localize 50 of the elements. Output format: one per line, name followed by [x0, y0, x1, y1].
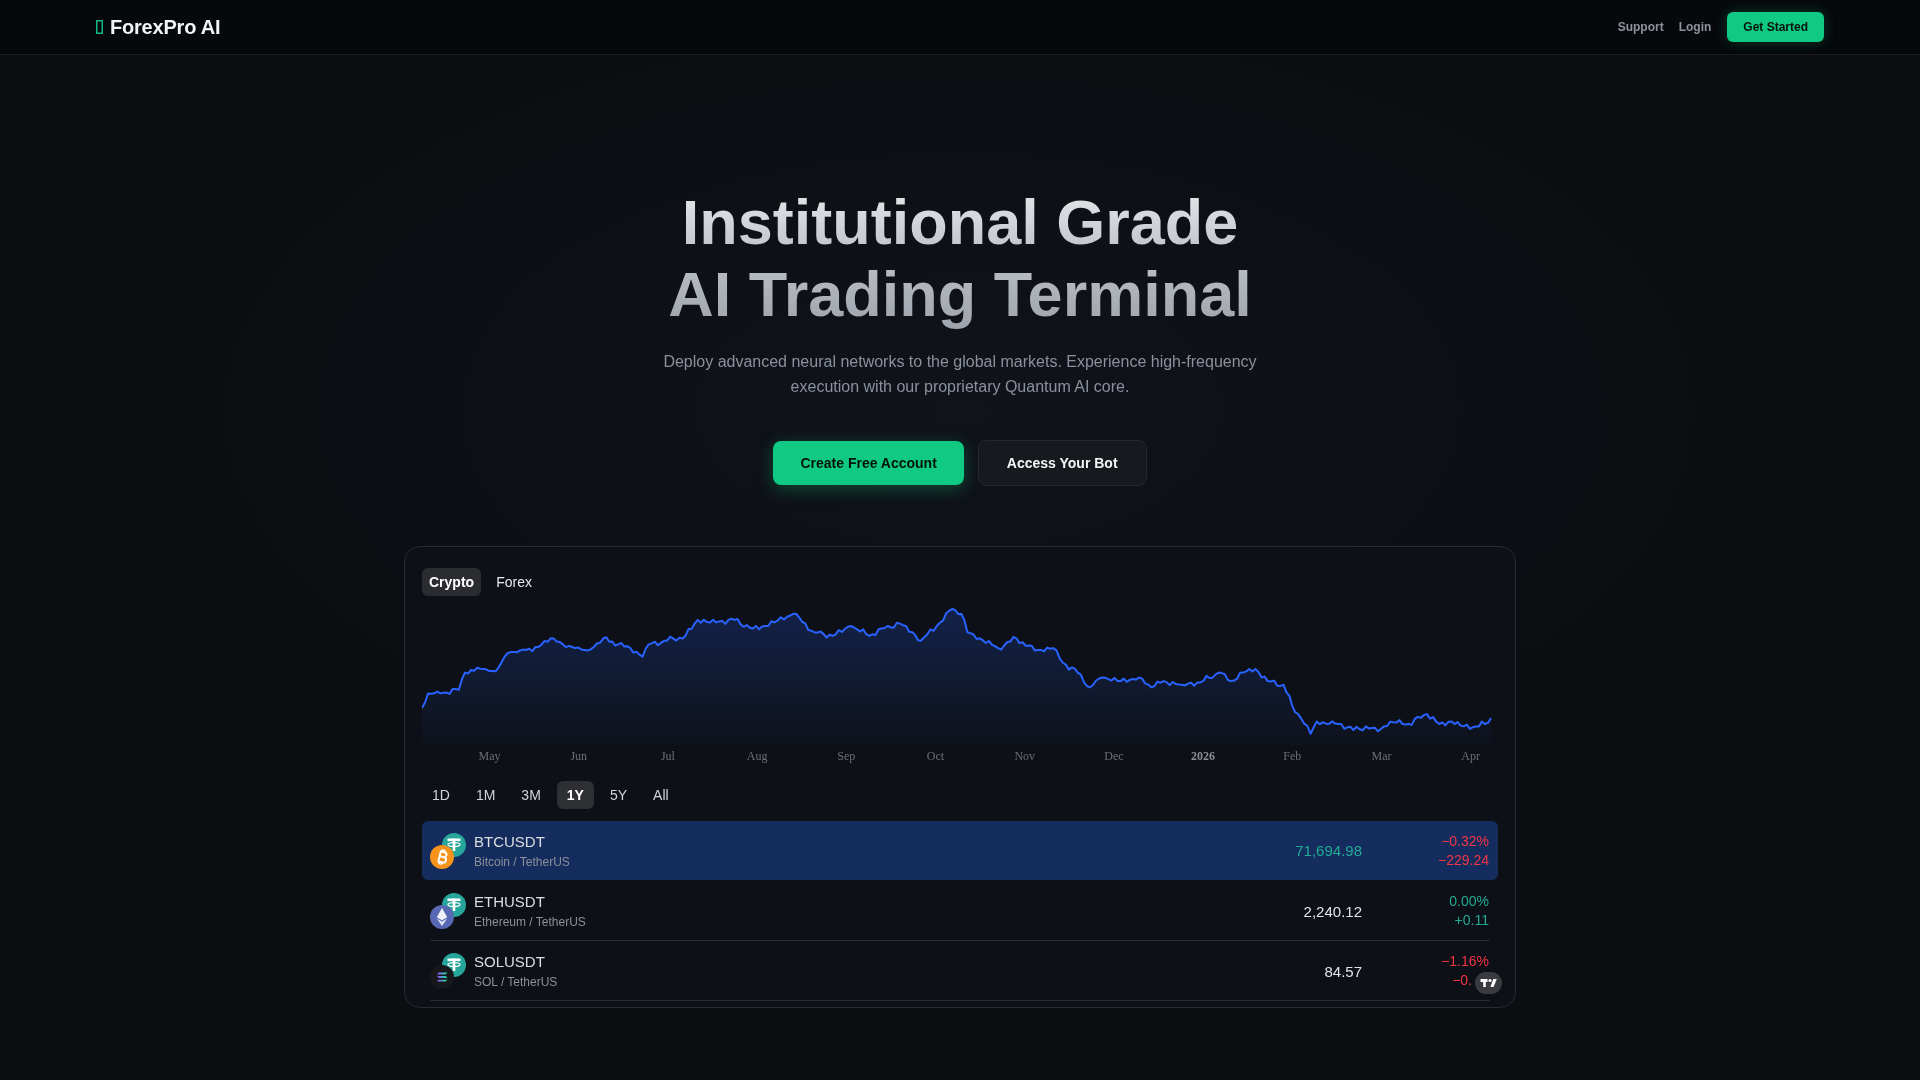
axis-label: Sep	[837, 748, 856, 764]
market-tab[interactable]: Forex	[489, 568, 539, 596]
get-started-button[interactable]: Get Started	[1727, 12, 1824, 42]
axis-label: Jun	[570, 748, 588, 764]
market-tab[interactable]: Crypto	[422, 568, 482, 596]
axis-label: Nov	[1014, 748, 1036, 764]
axis-label: Jul	[660, 748, 675, 764]
ticker-symbol: BTCUSDT	[474, 831, 545, 852]
ticker-price: 2,240.12	[1303, 902, 1362, 920]
range-button[interactable]: 5Y	[599, 781, 638, 809]
range-button[interactable]: 1Y	[556, 781, 594, 809]
axis-label: Mar	[1371, 748, 1392, 764]
change-value: +0.11	[1454, 911, 1489, 930]
coin-pair-icon	[430, 832, 466, 869]
axis-label: Oct	[926, 748, 945, 764]
range-button[interactable]: 1M	[465, 781, 506, 809]
primary-button[interactable]: Create Free Account	[773, 441, 964, 485]
change-value: −0.	[1452, 971, 1472, 990]
range-button[interactable]: 1D	[422, 781, 460, 809]
change-percent: −0.32%	[1441, 831, 1489, 851]
change-percent: 0.00%	[1449, 892, 1489, 911]
ticker-row[interactable]: BTCUSDT Bitcoin / TetherUS 71,694.98 −0.32% −229.24	[422, 821, 1498, 880]
nav-link[interactable]: Login	[1678, 20, 1712, 34]
nav-link[interactable]: Support	[1617, 20, 1664, 34]
range-button[interactable]: 3M	[511, 781, 551, 809]
rectangle-outline-icon	[96, 20, 103, 34]
pair-name: Bitcoin / TetherUS	[474, 853, 570, 870]
axis-label: Aug	[746, 748, 768, 764]
change-percent: −1.16%	[1441, 952, 1489, 971]
coin-pair-icon	[430, 953, 466, 989]
axis-label: 2026	[1191, 748, 1216, 764]
axis-label: Dec	[1104, 748, 1124, 764]
change-value: −229.24	[1438, 850, 1489, 870]
pair-name: SOL / TetherUS	[474, 974, 558, 990]
brand-logo[interactable]: ForexPro AI	[110, 15, 221, 39]
pair-name: Ethereum / TetherUS	[474, 914, 586, 930]
ticker-symbol: SOLUSDT	[474, 952, 545, 972]
secondary-button[interactable]: Access Your Bot	[977, 440, 1147, 486]
axis-label: Apr	[1461, 748, 1480, 764]
range-button[interactable]: All	[643, 781, 679, 809]
axis-label: May	[478, 748, 501, 764]
ticker-symbol: ETHUSDT	[474, 892, 545, 912]
ticker-price: 84.57	[1324, 962, 1362, 980]
axis-label: Feb	[1283, 748, 1302, 764]
ticker-row[interactable]: SOLUSDT SOL / TetherUS 84.57 −1.16% −0.	[422, 941, 1498, 1001]
coin-pair-icon	[430, 893, 466, 929]
ticker-price: 71,694.98	[1295, 842, 1362, 859]
ticker-row[interactable]: ETHUSDT Ethereum / TetherUS 2,240.12 0.00% +0.11	[422, 881, 1498, 941]
hero-subtitle: Deploy advanced neural networks to the global markets. Experience high-frequency execution with our proprietary Quantum AI core.	[662, 352, 1258, 397]
logo-badge-icon[interactable]	[1475, 971, 1502, 994]
